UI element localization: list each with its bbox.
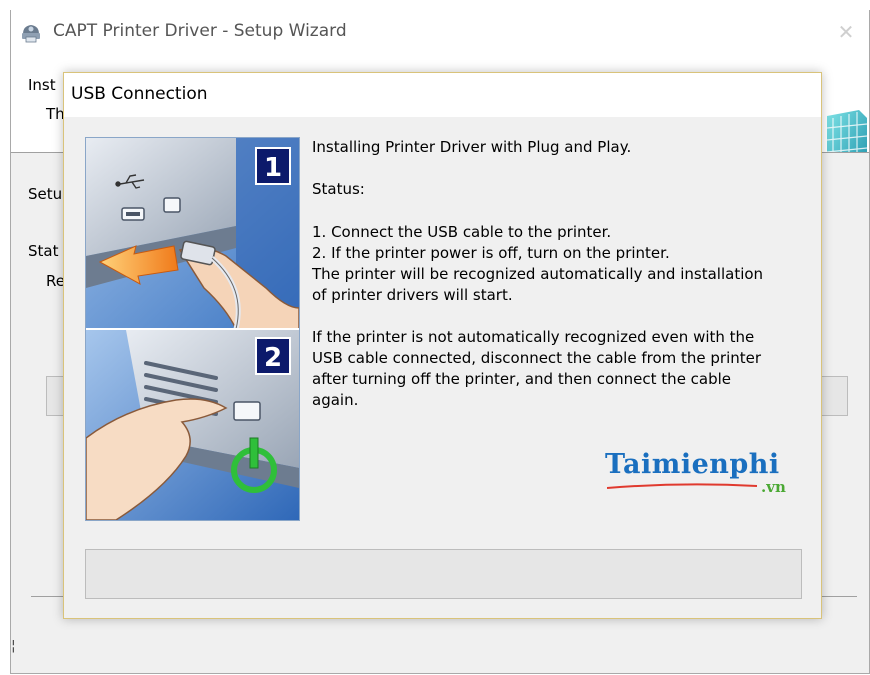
watermark-logo: Taimienphi .vn: [605, 449, 805, 499]
panel-1-usb: 1: [86, 138, 299, 330]
note-line-4: again.: [312, 391, 359, 409]
watermark-swoosh: [607, 483, 757, 489]
info-line-1: The printer will be recognized automatic…: [312, 265, 764, 283]
usb-connection-dialog: USB Connection 1 2 Installing Printer Dr…: [63, 72, 822, 619]
dialog-title: USB Connection: [71, 84, 208, 104]
watermark-main-text: Taimienphi: [605, 449, 780, 480]
step-2-text: 2. If the printer power is off, turn on …: [312, 244, 670, 262]
info-line-2: of printer drivers will start.: [312, 286, 513, 304]
panel-1-number: 1: [264, 153, 282, 183]
wizard-titlebar[interactable]: CAPT Printer Driver - Setup Wizard ✕: [11, 10, 869, 54]
dialog-progress-bar: [85, 549, 802, 599]
step-1-text: 1. Connect the USB cable to the printer.: [312, 223, 612, 241]
panel-2-number: 2: [264, 343, 282, 373]
note-line-2: USB cable connected, disconnect the cabl…: [312, 349, 762, 367]
setup-label: Setu: [28, 185, 63, 203]
wizard-header-subtitle: Th: [46, 105, 65, 123]
printer-app-icon: [22, 25, 40, 43]
note-line-3: after turning off the printer, and then …: [312, 370, 732, 388]
status-label: Status:: [312, 180, 365, 198]
status-label: Stat: [28, 242, 59, 260]
wizard-header-title: Inst: [28, 76, 56, 94]
wizard-title: CAPT Printer Driver - Setup Wizard: [53, 21, 347, 41]
connection-illustration: 1 2: [85, 137, 300, 521]
left-edge-mark: ¦: [11, 638, 16, 654]
close-icon[interactable]: ✕: [831, 18, 861, 46]
dialog-titlebar[interactable]: USB Connection: [64, 73, 821, 117]
panel-2-power: 2: [86, 330, 299, 520]
dialog-heading: Installing Printer Driver with Plug and …: [312, 138, 632, 156]
note-line-1: If the printer is not automatically reco…: [312, 328, 755, 346]
watermark-sub-text: .vn: [761, 478, 786, 496]
